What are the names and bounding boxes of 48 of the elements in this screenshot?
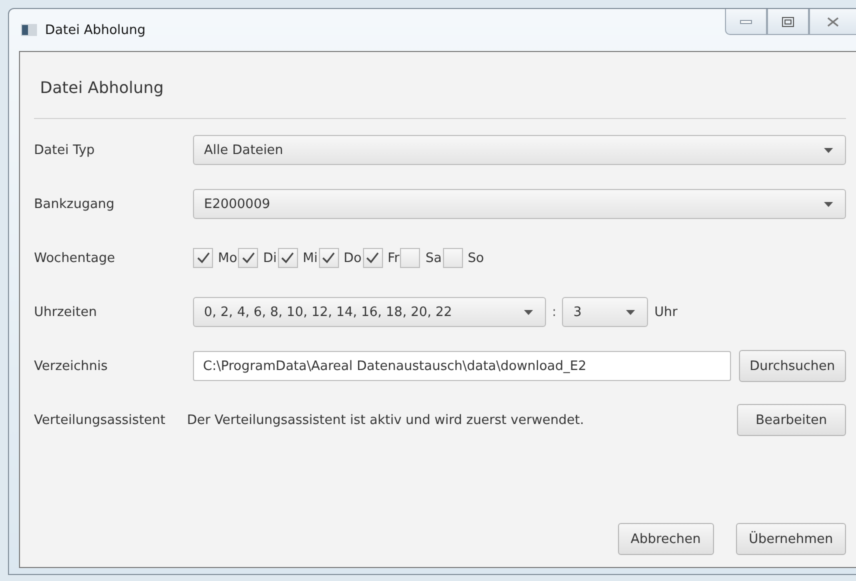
checkbox-label: Sa [425, 250, 442, 266]
checkbox-label: Mi [302, 250, 318, 266]
browse-button[interactable]: Durchsuchen [738, 350, 846, 382]
apply-button[interactable]: Übernehmen [736, 523, 846, 555]
dialog-header: Datei Abholung [34, 52, 846, 119]
info-text: Der Verteilungsassistent ist aktiv und wird zuerst verwendet. [187, 412, 586, 428]
checkbox-label: Fr [388, 250, 400, 266]
field-label: Wochentage [34, 250, 116, 266]
maximize-icon [782, 16, 794, 26]
checkbox-label: Di [263, 250, 277, 266]
close-button[interactable] [809, 9, 856, 35]
checkbox[interactable] [400, 248, 420, 268]
checkmark-icon [366, 252, 380, 264]
dropdown[interactable]: 0, 2, 4, 6, 8, 10, 12, 14, 16, 18, 20, 22 [193, 297, 546, 327]
cancel-button[interactable]: Abbrechen [618, 523, 714, 555]
checkbox[interactable] [278, 248, 298, 268]
field-label: Verzeichnis [34, 358, 109, 374]
caret-icon [524, 310, 533, 314]
path-field[interactable]: C:\ProgramData\Aareal Datenaustausch\data\download_E2 [193, 351, 731, 381]
caret-icon [824, 148, 833, 152]
unit-label: Uhr [654, 304, 678, 320]
checkbox[interactable] [238, 248, 258, 268]
window-title: Datei Abholung [45, 22, 146, 38]
checkbox[interactable] [362, 248, 383, 268]
separator-text: : [552, 304, 556, 320]
edit-button[interactable]: Bearbeiten [736, 404, 846, 436]
checkmark-icon [322, 252, 336, 264]
field-label: Datei Typ [34, 142, 96, 158]
dropdown[interactable]: E2000009 [193, 189, 846, 219]
field-label: Uhrzeiten [34, 304, 98, 320]
caret-icon [626, 310, 636, 314]
field-label: Bankzugang [34, 196, 116, 212]
checkmark-icon [242, 252, 255, 264]
checkmark-icon [281, 252, 294, 264]
dropdown[interactable]: Alle Dateien [193, 135, 846, 165]
checkbox[interactable] [442, 248, 463, 268]
checkbox-label: So [468, 250, 484, 266]
window-icon [21, 24, 37, 36]
maximize-button[interactable] [767, 9, 809, 35]
dropdown[interactable]: 3 [562, 297, 648, 327]
checkbox[interactable] [193, 248, 213, 268]
checkbox-label: Mo [218, 250, 238, 266]
close-icon [827, 16, 839, 26]
checkbox-label: Do [344, 250, 362, 266]
minimize-icon [740, 20, 752, 24]
caret-icon [824, 202, 833, 206]
checkbox[interactable] [318, 248, 339, 268]
checkmark-icon [196, 252, 210, 264]
